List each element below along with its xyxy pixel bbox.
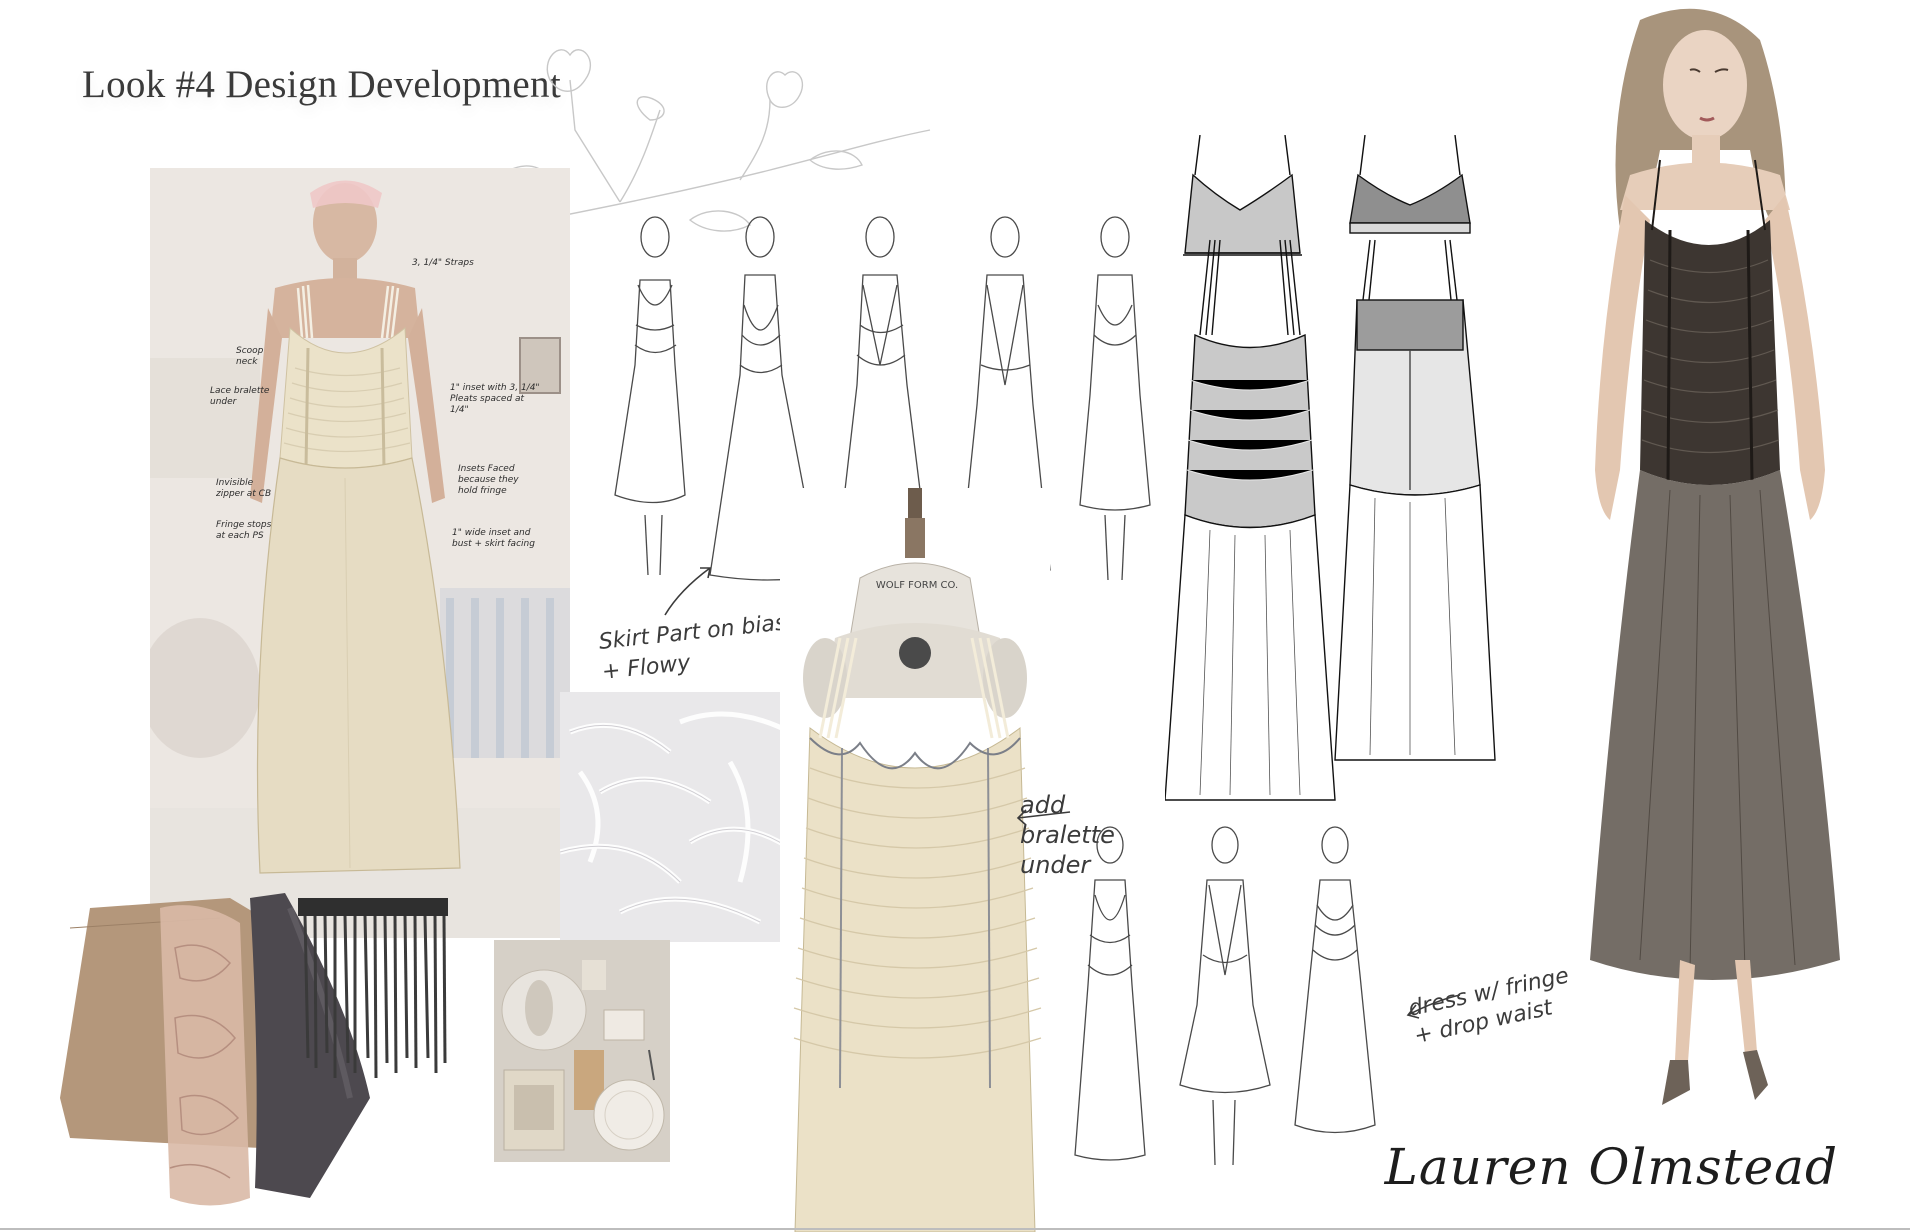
feather-photo [560, 692, 795, 942]
designer-signature: Lauren Olmstead [1384, 1138, 1838, 1196]
dress-flat-front [1165, 239, 1336, 801]
croquis-8 [1294, 826, 1376, 1134]
fitting-photo-image [150, 168, 570, 938]
annotation-lace-bralette: Lace bralette under [210, 386, 270, 407]
bralette-flat-back [1349, 135, 1471, 234]
fabric-swatches-image [60, 893, 448, 1206]
bottom-divider [0, 1228, 1910, 1230]
annotation-fringe-stops: Fringe stops at each PS [216, 520, 272, 541]
feather-image [560, 692, 795, 942]
still-life-image [494, 940, 670, 1162]
annotation-straps: 3, 1/4" Straps [412, 258, 474, 268]
skirt-note: Skirt Part on bias + Flowy [597, 610, 788, 685]
dress-form-label: WOLF FORM CO. [875, 580, 959, 591]
croquis-7 [1179, 826, 1271, 1166]
fitting-photo: 3, 1/4" Straps Scoop neck Lace bralette … [150, 168, 570, 938]
fabric-swatches [50, 868, 460, 1218]
sketch-row-bottom [1074, 826, 1376, 1166]
annotation-inset-facing: 1" wide inset and bust + skirt facing [452, 528, 535, 549]
annotation-invisible-zipper: Invisible zipper at CB [216, 478, 272, 499]
dress-form-image [780, 488, 1050, 1232]
skirt-note-arrow [664, 567, 711, 616]
croquis-6 [1074, 826, 1146, 1161]
technical-flats [1165, 135, 1496, 801]
croquis-5 [1079, 216, 1151, 581]
dress-note-arrow [1406, 994, 1461, 1019]
fashion-illustration [1590, 8, 1840, 1105]
dress-flat-back [1334, 239, 1496, 761]
annotation-inset-pleats: 1" inset with 3, 1/4" Pleats spaced at 1… [450, 383, 540, 415]
bralette-flat-front [1183, 135, 1302, 256]
still-life-photo [494, 940, 670, 1162]
annotation-insets-faced: Insets Faced because they hold fringe [458, 464, 519, 496]
croquis-1 [614, 216, 686, 576]
annotation-scoop-neck: Scoop neck [236, 346, 264, 367]
dress-form-photo: WOLF FORM CO. [780, 488, 1050, 1232]
